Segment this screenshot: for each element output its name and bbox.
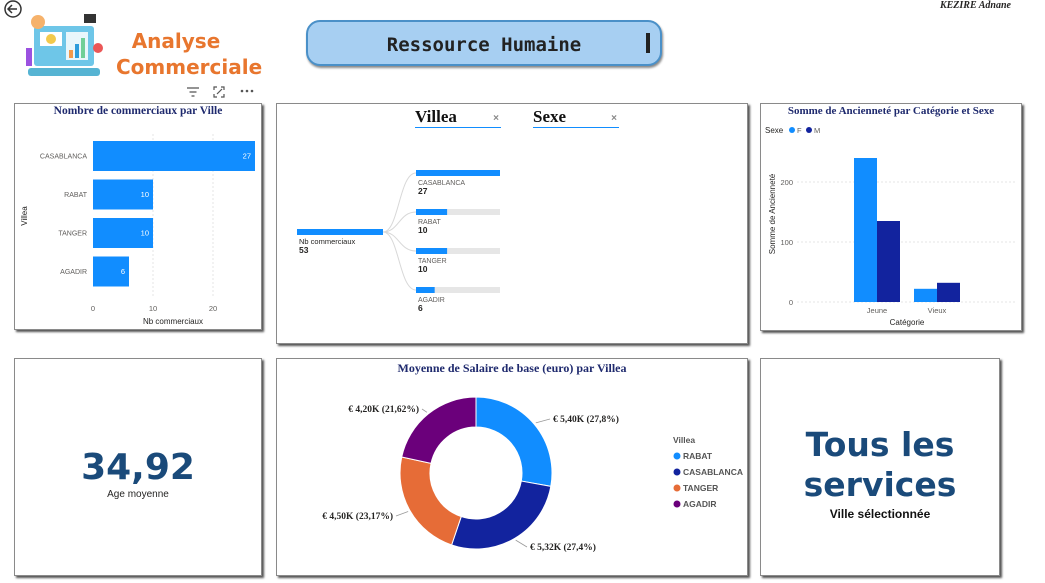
node-bar[interactable] <box>416 248 448 254</box>
analytics-illustration <box>26 14 103 76</box>
data-label: € 4,50K (23,17%) <box>322 511 393 522</box>
node-bar[interactable] <box>416 170 500 176</box>
anciennete-chart: Sexe Somme de Ancienneté Catégorie F M 0 10… <box>765 126 1017 327</box>
node-value: 10 <box>418 264 428 274</box>
legend-marker-f <box>789 127 795 133</box>
tree-connector <box>382 172 417 233</box>
author-name: KEZIRE Adnane <box>939 0 1011 11</box>
y-axis-label: Somme de Ancienneté <box>768 173 777 254</box>
tree-connector <box>382 231 417 291</box>
text-cursor-icon <box>646 33 650 53</box>
legend-marker <box>673 468 681 476</box>
leader-line <box>395 511 409 517</box>
x-tick-label: 20 <box>209 304 217 313</box>
x-tick-label: Vieux <box>928 306 947 315</box>
node-bar[interactable] <box>416 287 435 293</box>
donut-slice[interactable] <box>450 480 552 550</box>
data-label: 6 <box>121 267 125 276</box>
logo-line-1: Analyse <box>131 29 221 53</box>
page-title: Ressource Humaine <box>386 34 582 56</box>
selected-city-label: Ville sélectionnée <box>829 507 931 521</box>
x-tick-label: 0 <box>91 304 95 313</box>
more-options-icon[interactable] <box>240 88 254 94</box>
kpi-card[interactable]: 34,92 Age moyenne <box>14 358 262 576</box>
focus-mode-icon[interactable] <box>212 85 226 99</box>
data-label: 10 <box>141 229 149 238</box>
data-label: € 4,20K (21,62%) <box>348 404 419 415</box>
y-tick-label: 100 <box>780 238 793 247</box>
legend-label: F <box>797 126 802 135</box>
legend-title: Villea <box>673 435 695 445</box>
leader-line <box>421 408 428 413</box>
x-axis-label: Nb commerciaux <box>143 317 203 326</box>
data-label: 10 <box>141 190 149 199</box>
root-bar[interactable] <box>297 229 383 235</box>
tree-connector <box>382 211 417 233</box>
legend-marker <box>673 500 681 508</box>
bar-chart-ville-card[interactable]: Nombre de commerciaux par Ville Villea N… <box>14 103 262 330</box>
data-label: € 5,32K (27,4%) <box>530 542 596 553</box>
legend-marker-m <box>806 127 812 133</box>
selected-city-line-2: services <box>803 465 957 504</box>
column-bar[interactable] <box>914 288 937 302</box>
legend-label[interactable]: AGADIR <box>683 499 717 509</box>
node-value: 27 <box>418 186 428 196</box>
node-value: 10 <box>418 225 428 235</box>
donut-slice[interactable] <box>399 456 462 546</box>
node-value: 6 <box>418 303 423 313</box>
y-axis-label: Villea <box>20 206 29 226</box>
legend-label[interactable]: RABAT <box>683 451 713 461</box>
category-label: TANGER <box>58 231 87 238</box>
legend-title: Sexe <box>765 126 784 135</box>
legend-label: M <box>814 126 820 135</box>
legend-marker <box>673 484 681 492</box>
category-label: RABAT <box>64 192 88 199</box>
decomposition-tree: Nb commerciaux53CASABLANCA27RABAT10TANGE… <box>297 170 500 313</box>
category-label: AGADIR <box>60 269 87 276</box>
selected-city-value: Tous les services <box>761 425 999 505</box>
column-bar[interactable] <box>937 282 960 302</box>
node-bar[interactable] <box>416 209 448 215</box>
decomposition-tree-card[interactable]: Villea × Sexe × Nb commerciaux 53 CASABLAN… <box>276 103 748 344</box>
data-label: 27 <box>243 152 251 161</box>
column-bar[interactable] <box>877 221 900 302</box>
x-tick-label: Jeune <box>867 306 887 315</box>
filter-icon[interactable] <box>186 86 200 98</box>
donut-slice[interactable] <box>475 396 553 487</box>
header-title-box[interactable]: Ressource Humaine <box>306 20 662 66</box>
selected-city-line-1: Tous les <box>805 425 955 464</box>
kpi-label: Age moyenne <box>107 489 169 500</box>
column-bar[interactable] <box>854 158 877 302</box>
y-tick-label: 0 <box>789 298 793 307</box>
legend-marker <box>673 452 681 460</box>
back-arrow-icon[interactable] <box>2 0 24 20</box>
x-axis-label: Catégorie <box>890 318 925 327</box>
bar[interactable] <box>93 141 255 171</box>
kpi-value: 34,92 <box>81 447 195 488</box>
leader-line <box>535 418 551 424</box>
bar-chart-ville: Villea Nb commerciaux 0 10 20 CASABLANCA 27 R… <box>20 134 255 326</box>
leader-line <box>515 539 528 548</box>
donut-chart-card[interactable]: Moyenne de Salaire de base (euro) par Vi… <box>276 358 748 576</box>
category-label: CASABLANCA <box>40 154 87 161</box>
x-tick-label: 10 <box>149 304 157 313</box>
logo-text: Analyse Commerciale <box>116 28 263 80</box>
logo-line-2: Commerciale <box>116 55 263 79</box>
donut-chart: Villea € 5,40K (27,8%) € 5,32K (27,4%) € 4… <box>322 396 743 553</box>
legend-label[interactable]: CASABLANCA <box>683 467 743 477</box>
data-label: € 5,40K (27,8%) <box>553 414 619 425</box>
anciennete-chart-card[interactable]: Somme de Ancienneté par Catégorie et Sex… <box>760 103 1022 331</box>
y-tick-label: 200 <box>780 178 793 187</box>
selected-city-card[interactable]: Tous les services Ville sélectionnée <box>760 358 1000 576</box>
legend-label[interactable]: TANGER <box>683 483 718 493</box>
root-value: 53 <box>299 245 309 255</box>
